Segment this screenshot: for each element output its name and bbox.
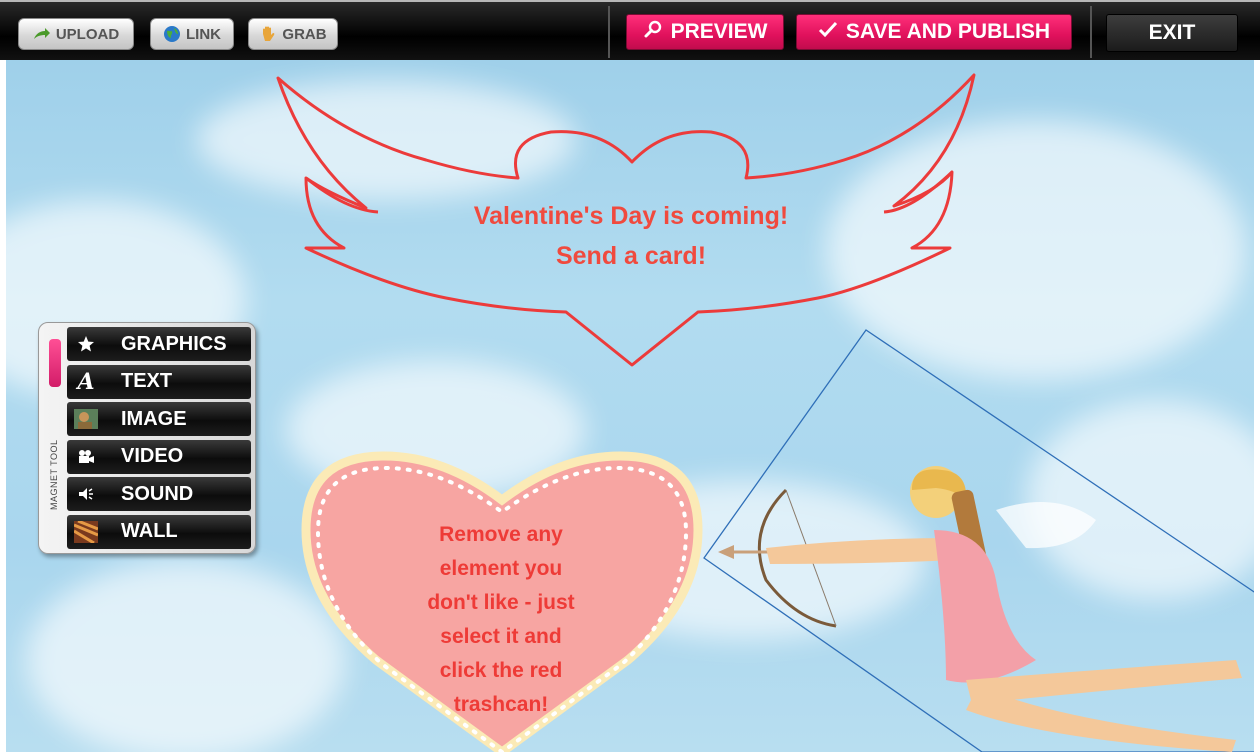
exit-label: EXIT <box>1148 21 1196 44</box>
heart-text-line: select it and <box>440 625 562 648</box>
link-label: LINK <box>186 25 221 43</box>
video-menu-item[interactable]: VIDEO <box>67 439 251 474</box>
magnet-tool-label: MAGNET TOOL <box>49 439 59 510</box>
heart-text-line: trashcan! <box>453 693 549 716</box>
toolbar-divider <box>1090 6 1092 58</box>
cupid-image <box>703 329 1254 752</box>
magnet-tool-panel[interactable]: MAGNET TOOL GRAPHICS A TEXT IMAGE VIDEO <box>38 322 256 554</box>
image-menu-item[interactable]: IMAGE <box>67 402 251 436</box>
preview-label: PREVIEW <box>670 20 768 43</box>
grab-label: GRAB <box>282 25 327 43</box>
hand-icon <box>259 26 277 42</box>
upload-label: UPLOAD <box>55 25 120 43</box>
save-and-publish-label: SAVE AND PUBLISH <box>845 20 1051 43</box>
wall-icon <box>67 520 105 543</box>
graphics-label: GRAPHICS <box>121 332 227 355</box>
speaker-icon <box>67 486 105 502</box>
heart-message-text[interactable]: Remove any element you don't like - just… <box>386 518 616 722</box>
star-icon <box>67 335 105 353</box>
heart-text-line: click the red <box>439 659 563 682</box>
save-and-publish-button[interactable]: SAVE AND PUBLISH <box>796 14 1072 50</box>
banner-title-line-1: Valentine's Day is coming! <box>473 202 789 230</box>
wall-label: WALL <box>121 520 178 542</box>
magnifier-icon <box>643 19 663 45</box>
top-toolbar: UPLOAD LINK GRAB PREVIEW SAVE AND PUBLIS… <box>0 0 1260 60</box>
globe-icon <box>163 26 181 42</box>
preview-button[interactable]: PREVIEW <box>626 14 784 50</box>
upload-button[interactable]: UPLOAD <box>18 18 134 50</box>
banner-text[interactable]: Valentine's Day is coming! Send a card! <box>396 196 866 276</box>
magnet-tool-menu: GRAPHICS A TEXT IMAGE VIDEO SOUND WALL <box>67 327 251 552</box>
banner-title-line-2: Send a card! <box>555 242 707 270</box>
sound-menu-item[interactable]: SOUND <box>67 477 251 511</box>
heart-text-line: element you <box>439 557 563 580</box>
grab-button[interactable]: GRAB <box>248 18 338 50</box>
heart-text-line: don't like - just <box>427 591 575 614</box>
exit-button[interactable]: EXIT <box>1106 14 1238 52</box>
checkmark-icon <box>818 19 838 45</box>
sound-label: SOUND <box>121 482 194 505</box>
video-label: VIDEO <box>121 445 184 467</box>
toolbar-divider <box>608 6 610 58</box>
text-label: TEXT <box>121 370 173 392</box>
magnet-tool-strip: MAGNET TOOL <box>43 329 65 547</box>
upload-arrow-icon <box>33 26 51 42</box>
graphics-menu-item[interactable]: GRAPHICS <box>67 327 251 361</box>
panel-drag-handle[interactable] <box>49 339 61 387</box>
heart-text-line: Remove any <box>439 523 563 546</box>
text-icon: A <box>77 368 95 395</box>
text-menu-item[interactable]: A TEXT <box>67 364 251 399</box>
wall-menu-item[interactable]: WALL <box>67 514 251 549</box>
image-icon <box>67 409 105 429</box>
image-label: IMAGE <box>121 407 187 430</box>
link-button[interactable]: LINK <box>150 18 234 50</box>
video-camera-icon <box>67 449 105 465</box>
